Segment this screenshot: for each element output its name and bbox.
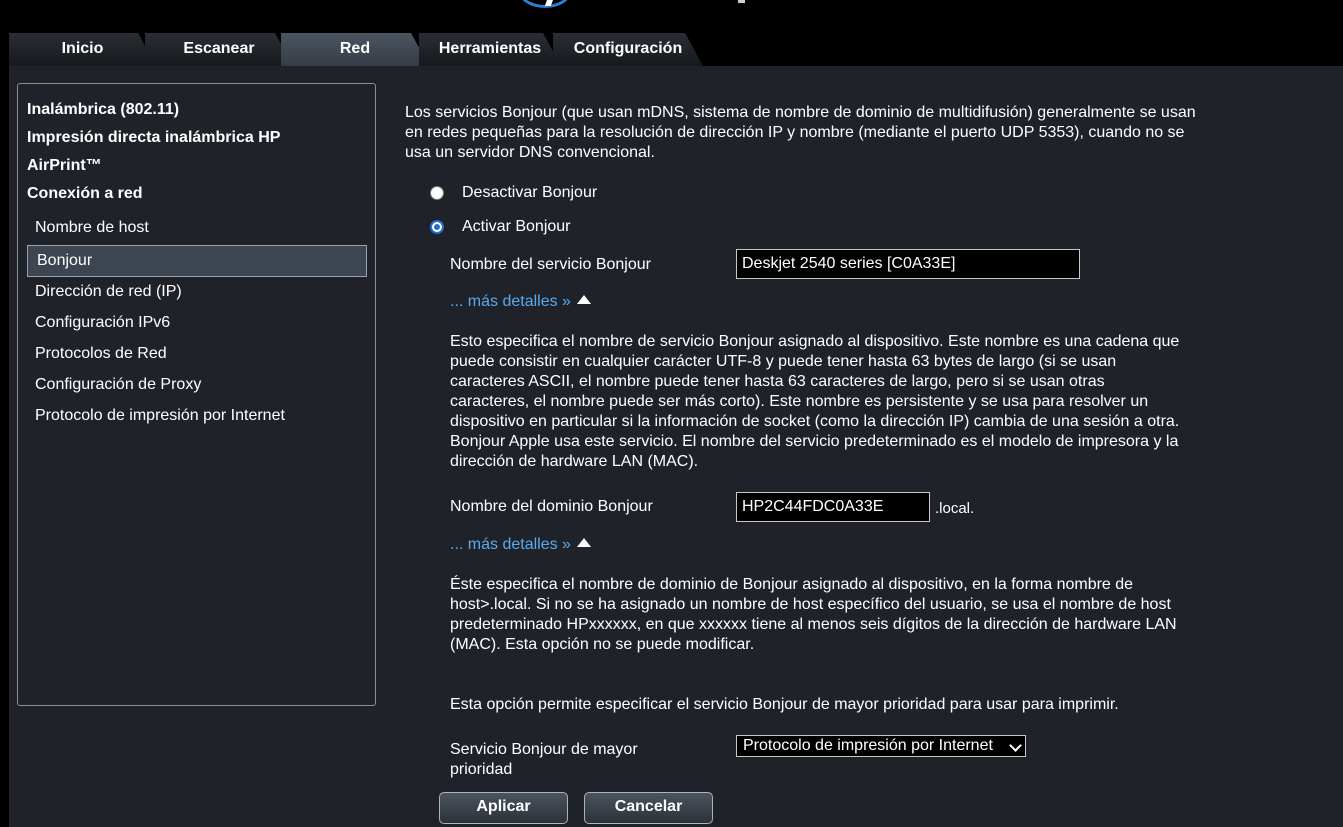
priority-description: Esta opción permite especificar el servi… [450, 696, 1119, 713]
sidebar-item-protocols[interactable]: Protocolos de Red [35, 345, 167, 363]
priority-select[interactable]: Protocolo de impresión por Internet [736, 735, 1026, 757]
sidebar-section-wireless[interactable]: Inalámbrica (802.11) [27, 101, 179, 119]
sidebar-section-wifi-direct[interactable]: Impresión directa inalámbrica HP [27, 129, 280, 147]
domain-name-input[interactable] [736, 492, 930, 522]
sidebar-section-network[interactable]: Conexión a red [27, 185, 143, 203]
domain-suffix: .local. [935, 500, 975, 517]
tab-escanear[interactable]: Escanear [145, 33, 293, 66]
priority-select-value: Protocolo de impresión por Internet [743, 737, 993, 754]
sidebar-item-proxy[interactable]: Configuración de Proxy [35, 376, 201, 394]
priority-label: Servicio Bonjour de mayor prioridad [450, 741, 638, 778]
more-details-link-domain[interactable]: ... más detalles » [450, 536, 591, 554]
radio-enable-bonjour[interactable] [430, 220, 444, 234]
header-text-fragment [738, 0, 745, 3]
tab-red[interactable]: Red [281, 33, 429, 66]
tab-herramientas[interactable]: Herramientas [419, 33, 561, 66]
domain-description: Éste especifica el nombre de dominio de … [450, 576, 1177, 653]
cancel-button[interactable]: Cancelar [584, 792, 713, 824]
more-details-link-service[interactable]: ... más detalles » [450, 293, 591, 311]
triangle-up-icon [576, 295, 591, 304]
sidebar-item-ip[interactable]: Dirección de red (IP) [35, 283, 182, 301]
sidebar-item-bonjour[interactable]: Bonjour [27, 245, 367, 277]
more-details-label: ... más detalles » [450, 293, 571, 310]
tab-inicio[interactable]: Inicio [9, 33, 156, 66]
sidebar: Inalámbrica (802.11) Impresión directa i… [17, 83, 376, 706]
main-tabs: Inicio Escanear Red Herramientas Configu… [9, 33, 709, 66]
radio-enable-label: Activar Bonjour [462, 218, 571, 235]
sidebar-item-hostname[interactable]: Nombre de host [35, 219, 149, 237]
domain-name-label: Nombre del dominio Bonjour [450, 498, 653, 515]
service-description: Esto especifica el nombre de servicio Bo… [450, 333, 1180, 470]
more-details-label: ... más detalles » [450, 536, 571, 553]
chevron-down-icon [1009, 739, 1022, 752]
intro-text: Los servicios Bonjour (que usan mDNS, si… [405, 104, 1196, 161]
sidebar-item-label: Bonjour [37, 252, 93, 269]
triangle-up-icon [576, 538, 591, 547]
sidebar-section-airprint[interactable]: AirPrint™ [27, 157, 102, 175]
tab-configuracion[interactable]: Configuración [553, 33, 703, 66]
apply-button[interactable]: Aplicar [439, 792, 568, 824]
radio-disable-label: Desactivar Bonjour [462, 184, 598, 201]
service-name-label: Nombre del servicio Bonjour [450, 256, 651, 273]
service-name-input[interactable] [736, 249, 1080, 279]
sidebar-item-ipv6[interactable]: Configuración IPv6 [35, 314, 170, 332]
radio-disable-bonjour[interactable] [430, 186, 444, 200]
sidebar-item-ipp[interactable]: Protocolo de impresión por Internet [35, 407, 285, 425]
